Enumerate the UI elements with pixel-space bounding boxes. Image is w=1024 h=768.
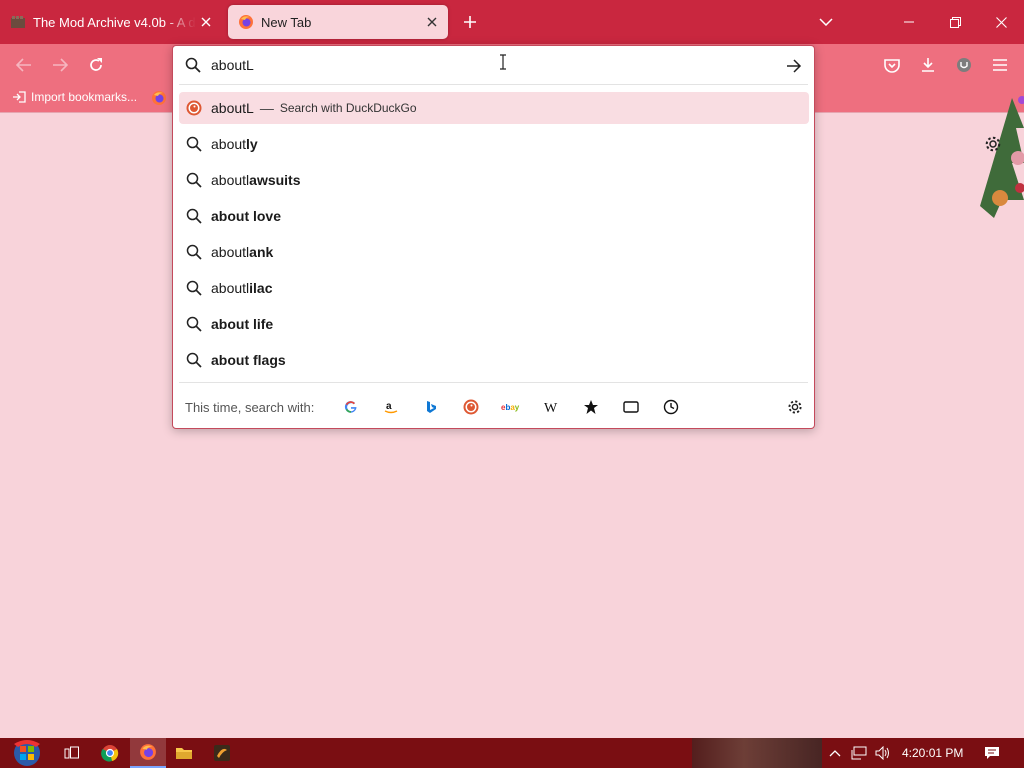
search-icon xyxy=(186,352,202,368)
result-separator: — xyxy=(259,100,274,116)
result-row-suggestion[interactable]: aboutl ilac xyxy=(179,272,809,304)
tab-label: The Mod Archive v4.0b - A distinctive xyxy=(33,14,196,30)
start-button-icon[interactable] xyxy=(8,738,46,768)
duckduckgo-icon xyxy=(186,100,202,116)
bookmarks-star-icon[interactable] xyxy=(579,396,603,418)
firefox-icon[interactable] xyxy=(151,90,167,106)
import-bookmarks-button[interactable]: Import bookmarks... xyxy=(12,90,137,104)
history-clock-icon[interactable] xyxy=(659,396,683,418)
firefox-icon[interactable] xyxy=(130,738,166,768)
google-icon[interactable] xyxy=(339,396,363,418)
divider xyxy=(179,382,808,383)
close-tab-icon[interactable] xyxy=(196,12,216,32)
result-completion: ly xyxy=(246,136,258,152)
restore-icon[interactable] xyxy=(932,0,978,44)
import-bookmarks-label: Import bookmarks... xyxy=(31,90,138,104)
amazon-icon[interactable]: a xyxy=(379,396,403,418)
result-row-suggestion[interactable]: about life xyxy=(179,308,809,340)
mod-archive-icon xyxy=(10,14,26,30)
search-icon xyxy=(186,136,202,152)
urlbar-results: aboutL — Search with DuckDuckGo about ly … xyxy=(179,92,809,380)
menu-icon[interactable] xyxy=(986,51,1014,79)
task-view-icon[interactable] xyxy=(54,738,90,768)
result-completion: ilac xyxy=(249,280,273,296)
back-icon[interactable] xyxy=(10,51,38,79)
search-icon xyxy=(186,172,202,188)
urlbar-popup: aboutL — Search with DuckDuckGo aboutly … xyxy=(172,45,815,429)
search-icon xyxy=(186,208,202,224)
search-icon xyxy=(186,244,202,260)
firefox-icon xyxy=(238,14,254,30)
search-icon xyxy=(186,316,202,332)
svg-text:ebay: ebay xyxy=(501,403,520,412)
go-arrow-icon[interactable] xyxy=(783,55,805,77)
close-icon[interactable] xyxy=(978,0,1024,44)
result-typed: aboutl xyxy=(211,172,250,188)
plus-icon[interactable] xyxy=(458,10,482,34)
text-cursor-icon xyxy=(499,54,507,70)
result-action: Search with DuckDuckGo xyxy=(279,101,417,115)
app-icon[interactable] xyxy=(204,738,240,768)
forward-icon[interactable] xyxy=(46,51,74,79)
one-off-search-bar: This time, search with: a ebay W xyxy=(173,386,814,428)
taskbar: 4:20:01 PM xyxy=(0,738,1024,768)
wikipedia-icon[interactable]: W xyxy=(539,396,563,418)
result-row-suggestion[interactable]: about ly xyxy=(179,128,809,160)
tab-new-tab[interactable]: New Tab xyxy=(228,5,448,39)
tabs-icon[interactable] xyxy=(619,396,643,418)
divider xyxy=(179,84,808,85)
pocket-icon[interactable] xyxy=(878,51,906,79)
chevron-down-icon[interactable] xyxy=(814,10,838,34)
extension-icon[interactable] xyxy=(950,51,978,79)
ebay-icon[interactable]: ebay xyxy=(499,396,523,418)
result-completion: ank xyxy=(249,244,274,260)
import-icon xyxy=(13,91,26,103)
gear-icon[interactable] xyxy=(783,396,807,418)
result-row-search-engine[interactable]: aboutL — Search with DuckDuckGo xyxy=(179,92,809,124)
result-row-suggestion[interactable]: aboutl ank xyxy=(179,236,809,268)
result-completion: about flags xyxy=(211,352,286,368)
svg-text:a: a xyxy=(386,401,392,412)
urlbar-input[interactable] xyxy=(211,55,771,75)
result-typed: about xyxy=(211,136,247,152)
christmas-tree-decoration-icon xyxy=(972,88,1024,244)
bing-icon[interactable] xyxy=(419,396,443,418)
one-off-label: This time, search with: xyxy=(185,400,315,415)
chrome-icon[interactable] xyxy=(92,738,128,768)
tab-label: New Tab xyxy=(261,14,312,30)
urlbar xyxy=(173,46,814,84)
tab-strip: The Mod Archive v4.0b - A distinctive Ne… xyxy=(0,0,1024,44)
file-explorer-icon[interactable] xyxy=(166,738,202,768)
result-typed: aboutl xyxy=(211,244,250,260)
close-tab-icon[interactable] xyxy=(422,12,442,32)
search-icon xyxy=(186,280,202,296)
notifications-icon[interactable] xyxy=(978,738,1006,768)
reload-icon[interactable] xyxy=(82,51,110,79)
result-row-suggestion[interactable]: about flags xyxy=(179,344,809,376)
taskbar-wallpaper-photo xyxy=(692,738,822,768)
volume-icon[interactable] xyxy=(872,738,894,768)
svg-text:W: W xyxy=(544,401,558,414)
result-row-suggestion[interactable]: about love xyxy=(179,200,809,232)
result-query: aboutL xyxy=(211,100,254,116)
result-row-suggestion[interactable]: aboutl awsuits xyxy=(179,164,809,196)
taskbar-clock[interactable]: 4:20:01 PM xyxy=(902,746,963,760)
result-completion: about life xyxy=(211,316,274,332)
tab-mod-archive[interactable]: The Mod Archive v4.0b - A distinctive xyxy=(0,5,222,39)
show-hidden-icons-icon[interactable] xyxy=(824,738,846,768)
network-icon[interactable] xyxy=(848,738,870,768)
result-typed: aboutl xyxy=(211,280,250,296)
duckduckgo-icon[interactable] xyxy=(459,396,483,418)
search-icon xyxy=(185,57,201,73)
downloads-icon[interactable] xyxy=(914,51,942,79)
result-completion: awsuits xyxy=(249,172,301,188)
minimize-icon[interactable] xyxy=(886,0,932,44)
result-completion: about love xyxy=(211,208,282,224)
gear-icon[interactable] xyxy=(984,135,1002,153)
